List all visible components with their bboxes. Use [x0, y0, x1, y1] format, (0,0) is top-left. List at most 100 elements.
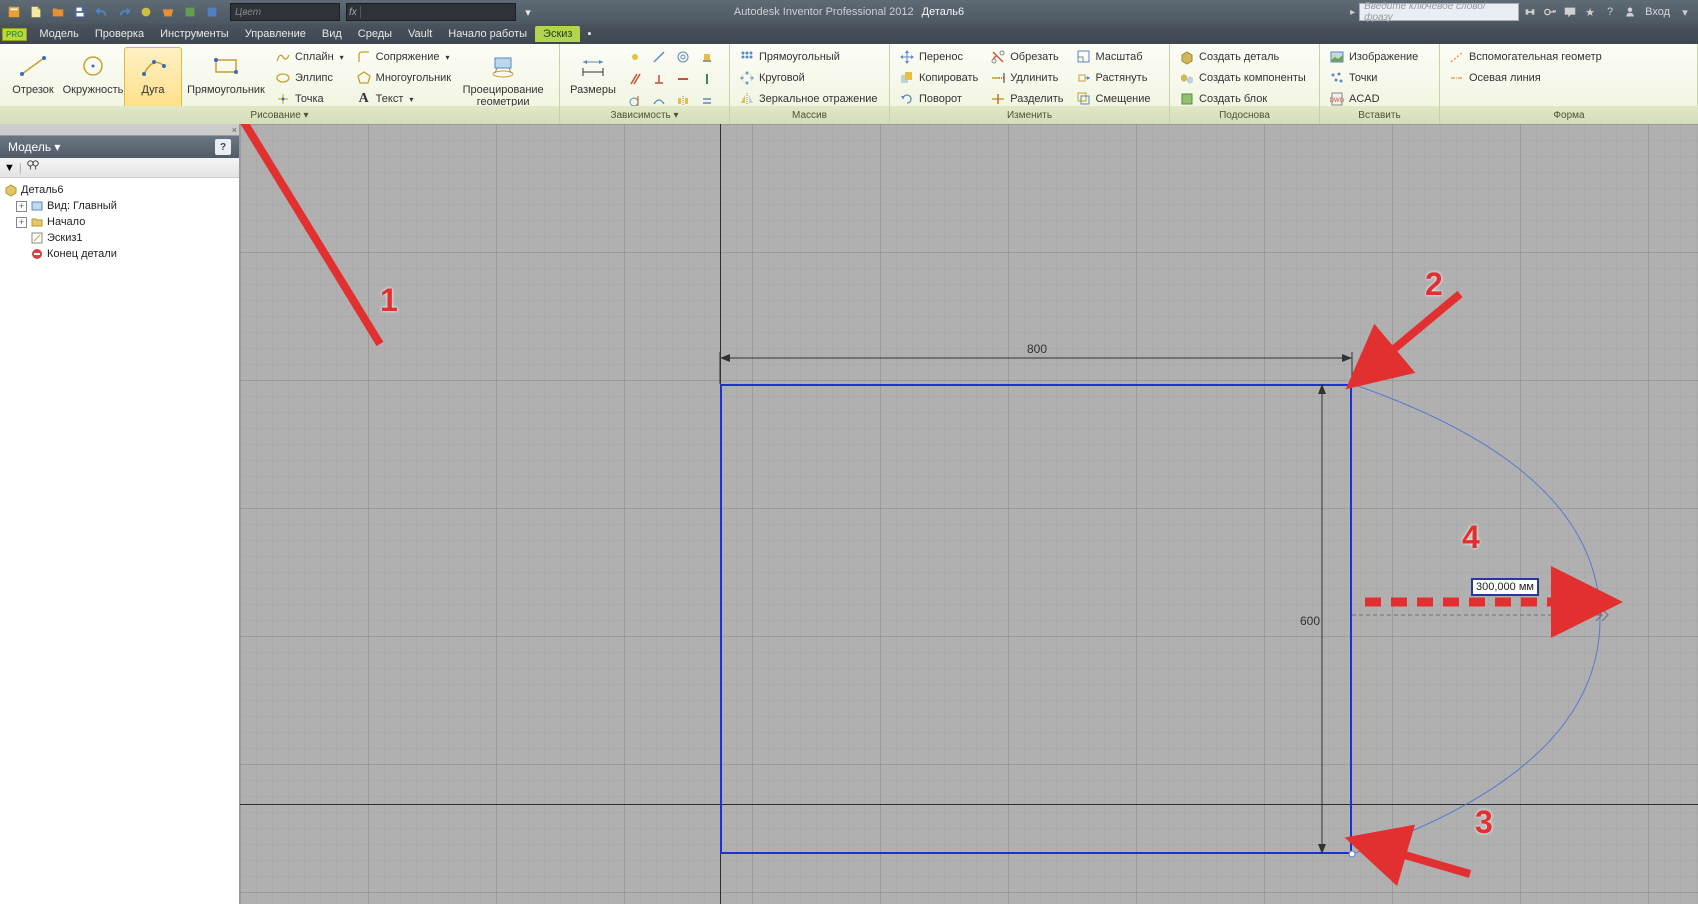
panel-header: ×	[0, 124, 239, 136]
binoculars-icon[interactable]	[1521, 3, 1539, 21]
trim-button[interactable]: Обрезать	[985, 47, 1068, 67]
move-button[interactable]: Перенос	[894, 47, 983, 67]
app-menu-button[interactable]	[4, 2, 24, 22]
undo-button[interactable]	[92, 2, 112, 22]
menu-manage[interactable]: Управление	[237, 26, 314, 42]
expand-icon[interactable]: +	[16, 201, 27, 212]
rectangular-pattern-button[interactable]: Прямоугольный	[734, 47, 883, 67]
construction-button[interactable]: Вспомогательная геометр	[1444, 47, 1607, 67]
panel-layout-label: Подоснова	[1170, 106, 1320, 124]
dimension-width-value[interactable]: 800	[1025, 342, 1049, 356]
make-components-button[interactable]: Создать компоненты	[1174, 68, 1311, 88]
centerline-button[interactable]: Осевая линия	[1444, 68, 1607, 88]
make-part-button[interactable]: Создать деталь	[1174, 47, 1311, 67]
spline-button[interactable]: Сплайн▾	[270, 47, 349, 67]
image-button[interactable]: Изображение	[1324, 47, 1423, 67]
circle-button[interactable]: Окружность	[64, 47, 122, 109]
window-title: Autodesk Inventor Professional 2012 Дета…	[734, 6, 964, 18]
tree-root-label: Деталь6	[21, 184, 64, 196]
tree-view[interactable]: + Вид: Главный	[2, 198, 237, 214]
panel-draw-label[interactable]: Рисование ▾	[0, 106, 560, 124]
collapse-icon[interactable]: ▾	[1676, 3, 1694, 21]
app-title: Autodesk Inventor Professional 2012	[734, 6, 914, 18]
menu-vault[interactable]: Vault	[400, 26, 440, 42]
favorite-icon[interactable]: ★	[1581, 3, 1599, 21]
find-icon[interactable]	[26, 159, 40, 176]
extend-button[interactable]: Удлинить	[985, 68, 1068, 88]
qat-more-button[interactable]: ▾	[518, 2, 538, 22]
new-button[interactable]	[26, 2, 46, 22]
open-button[interactable]	[48, 2, 68, 22]
help-icon[interactable]: ?	[1601, 3, 1619, 21]
arc-button[interactable]: Дуга	[124, 47, 182, 109]
tree-sketch[interactable]: Эскиз1	[2, 230, 237, 246]
filter-icon[interactable]: ▼	[4, 162, 15, 174]
project-label: Проецирование геометрии	[463, 84, 544, 108]
rectangle-shape[interactable]	[720, 384, 1352, 854]
scale-label: Масштаб	[1096, 51, 1143, 63]
workspace: × Модель ▾ ? ▼ | Деталь6 + Вид: Главный …	[0, 124, 1698, 904]
rectangle-button[interactable]: Прямоугольник	[184, 47, 268, 109]
panel-pattern-label: Массив	[730, 106, 890, 124]
menu-model[interactable]: Модель	[31, 26, 86, 42]
constraint-horizontal[interactable]	[672, 69, 694, 89]
browser-title-bar[interactable]: Модель ▾ ?	[0, 136, 239, 158]
qat-button[interactable]	[180, 2, 200, 22]
qat-button[interactable]	[202, 2, 222, 22]
user-icon[interactable]	[1621, 3, 1639, 21]
menu-view[interactable]: Вид	[314, 26, 350, 42]
constraint-fix[interactable]	[696, 47, 718, 67]
qat-button[interactable]	[136, 2, 156, 22]
fillet-button[interactable]: Сопряжение▾	[351, 47, 456, 67]
qat-button[interactable]	[158, 2, 178, 22]
menu-tools[interactable]: Инструменты	[152, 26, 237, 42]
line-button[interactable]: Отрезок	[4, 47, 62, 109]
makepart-label: Создать деталь	[1199, 51, 1279, 63]
browser-help-icon[interactable]: ?	[215, 139, 231, 155]
rectpat-label: Прямоугольный	[759, 51, 840, 63]
color-override-box[interactable]: Цвет	[230, 3, 340, 21]
panel-constrain-label[interactable]: Зависимость ▾	[560, 106, 730, 124]
menu-sketch[interactable]: Эскиз	[535, 26, 580, 42]
scale-button[interactable]: Масштаб	[1071, 47, 1156, 67]
points-button[interactable]: Точки	[1324, 68, 1423, 88]
expand-icon[interactable]: +	[16, 217, 27, 228]
polygon-button[interactable]: Многоугольник	[351, 68, 456, 88]
save-button[interactable]	[70, 2, 90, 22]
key-icon[interactable]	[1541, 3, 1559, 21]
dimension-height-value[interactable]: 600	[1298, 614, 1322, 628]
copy-button[interactable]: Копировать	[894, 68, 983, 88]
move-label: Перенос	[919, 51, 963, 63]
menu-environments[interactable]: Среды	[350, 26, 400, 42]
comm-icon[interactable]	[1561, 3, 1579, 21]
tree-end-of-part[interactable]: Конец детали	[2, 246, 237, 262]
tree-root[interactable]: Деталь6	[2, 182, 237, 198]
stretch-button[interactable]: Растянуть	[1071, 68, 1156, 88]
constraint-perpendicular[interactable]	[648, 69, 670, 89]
constraint-concentric[interactable]	[672, 47, 694, 67]
makecomp-label: Создать компоненты	[1199, 72, 1306, 84]
ellipse-button[interactable]: Эллипс	[270, 68, 349, 88]
project-geometry-button[interactable]: Проецирование геометрии	[458, 47, 548, 109]
menu-inspect[interactable]: Проверка	[87, 26, 152, 42]
login-link[interactable]: Вход	[1645, 6, 1670, 18]
line-label: Отрезок	[12, 84, 53, 96]
expression-box[interactable]: fx	[346, 3, 516, 21]
constraint-collinear[interactable]	[648, 47, 670, 67]
constraint-vertical[interactable]	[696, 69, 718, 89]
tree-origin-label: Начало	[47, 216, 85, 228]
trim-label: Обрезать	[1010, 51, 1059, 63]
menu-getstarted[interactable]: Начало работы	[440, 26, 535, 42]
constraint-parallel[interactable]	[624, 69, 646, 89]
tab-end-icon[interactable]: ▪	[580, 28, 598, 40]
svg-text:DWG: DWG	[1330, 98, 1345, 104]
help-search-box[interactable]: Введите ключевое слово/фразу	[1359, 3, 1519, 21]
panel-close-icon[interactable]: ×	[232, 125, 237, 135]
sketch-canvas[interactable]: 800 600 300,000 мм	[240, 124, 1698, 904]
dimension-button[interactable]: Размеры	[564, 47, 622, 109]
circular-pattern-button[interactable]: Круговой	[734, 68, 883, 88]
dimension-input[interactable]: 300,000 мм	[1471, 578, 1539, 596]
constraint-coincident[interactable]	[624, 47, 646, 67]
tree-origin[interactable]: + Начало	[2, 214, 237, 230]
redo-button[interactable]	[114, 2, 134, 22]
